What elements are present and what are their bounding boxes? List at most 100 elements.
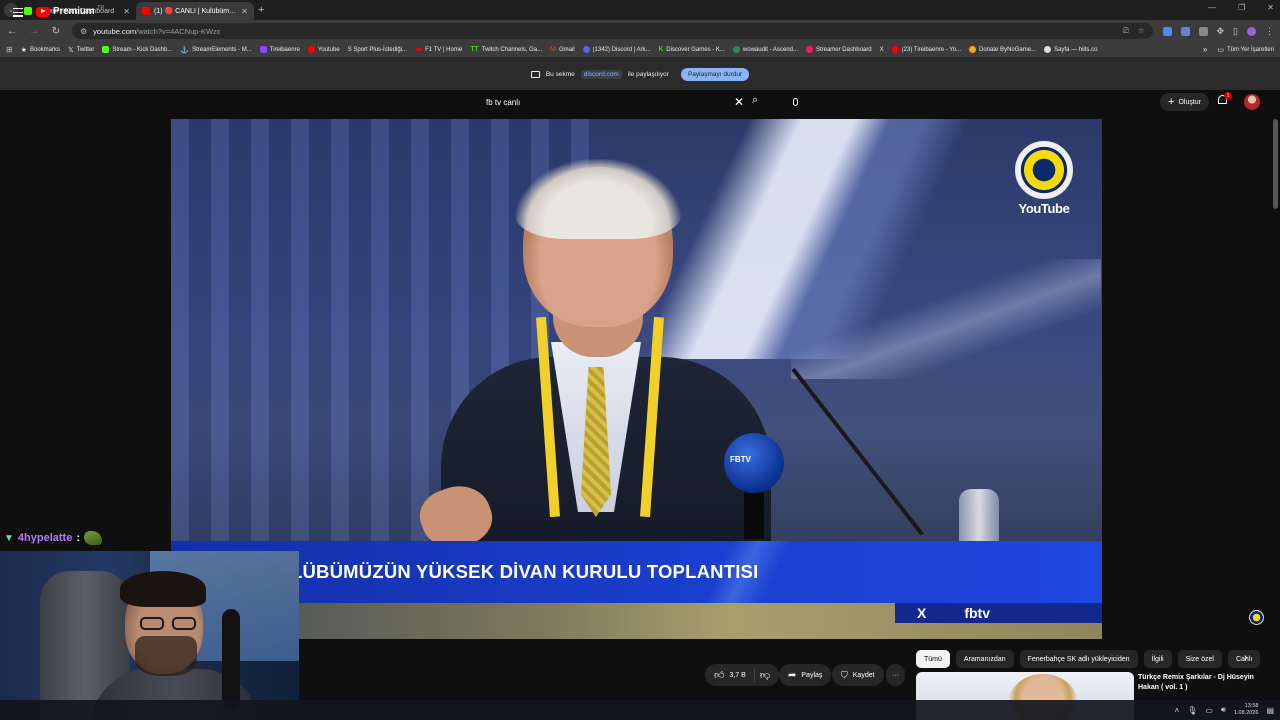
notifications-bell-icon[interactable]: 1 bbox=[1217, 92, 1232, 109]
bookmark-item[interactable]: wowaudit - Ascend... bbox=[732, 46, 798, 53]
account-avatar[interactable] bbox=[1244, 94, 1260, 110]
bookmarks-bar: ⊞ ★ Bookmarks 𝕏 Twitter Stream - Kick Dash… bbox=[0, 42, 1280, 58]
apps-grid-icon[interactable]: ⊞ bbox=[6, 45, 13, 54]
microphone-icon[interactable]: 🎙︎ bbox=[1187, 706, 1197, 715]
bookmark-label: Sayfa — hiits.co bbox=[1054, 46, 1098, 53]
share-label: Paylaş bbox=[801, 671, 823, 679]
screen-share-icon bbox=[530, 70, 540, 78]
bookmark-item[interactable]: Tireibaenre bbox=[259, 46, 300, 53]
minimize-icon[interactable]: — bbox=[1208, 3, 1216, 12]
recommended-video-title[interactable]: Türkçe Remix Şarkılar - Dj Hüseyin Hakan… bbox=[1138, 673, 1268, 693]
chip-from-search[interactable]: Aramanızdan bbox=[955, 650, 1014, 668]
bookmark-label: (1342) Discord | Ark... bbox=[592, 46, 651, 53]
bookmark-star-icon[interactable]: ☆ bbox=[1138, 26, 1145, 36]
bookmark-label: Twitter bbox=[76, 46, 95, 53]
share-button[interactable]: ➦ Paylaş bbox=[779, 664, 832, 686]
x-logo-icon: X bbox=[917, 605, 927, 621]
bookmark-label: Gmail bbox=[558, 46, 575, 53]
puzzle-icon[interactable]: ✥ bbox=[1217, 26, 1225, 37]
extension-icon[interactable] bbox=[1162, 26, 1172, 36]
bookmark-item[interactable]: (23) Tireibaenre - Yo... bbox=[891, 46, 961, 53]
maximize-icon[interactable]: ❐ bbox=[1238, 3, 1245, 12]
share-prefix: Bu sekme bbox=[545, 70, 575, 78]
chat-emote-icon bbox=[84, 531, 102, 545]
notifications-icon[interactable]: ▤ bbox=[1266, 706, 1274, 715]
star-icon: ★ bbox=[20, 46, 27, 54]
menu-kebab-icon[interactable]: ⋮ bbox=[1265, 26, 1274, 37]
chip-related[interactable]: İlgili bbox=[1143, 650, 1172, 668]
twitch-tools-icon: TT bbox=[470, 46, 479, 53]
bookmark-item[interactable]: S Sport Plus-İstediği... bbox=[348, 47, 407, 53]
bookmark-item[interactable]: K Discover Games - K... bbox=[659, 46, 725, 53]
close-tab-icon[interactable]: ✕ bbox=[123, 7, 130, 16]
extension-icon[interactable] bbox=[1198, 26, 1208, 36]
close-window-icon[interactable]: ✕ bbox=[1267, 3, 1274, 12]
channel-watermark[interactable]: YouTube bbox=[1009, 141, 1079, 216]
chip-from-uploader[interactable]: Fenerbahçe SK adlı yükleyiciden bbox=[1019, 650, 1138, 668]
hamburger-menu-icon[interactable] bbox=[13, 8, 23, 19]
save-button[interactable]: ⛉ Kaydet bbox=[832, 664, 884, 686]
browser-tab-youtube[interactable]: (1) 🔴 CANLI | Kulübümüzün ✕ bbox=[136, 2, 254, 20]
address-bar[interactable]: ⚙ youtube.com/watch?v=4ACNup-KWzc ⎚ ☆ bbox=[72, 23, 1153, 39]
voice-search-icon[interactable] bbox=[789, 94, 801, 110]
tab-title: (1) 🔴 CANLI | Kulübümüzün bbox=[154, 8, 238, 15]
like-button[interactable]: 👍︎ 3,7 B bbox=[714, 668, 755, 682]
all-bookmarks-button[interactable]: ▭ Tüm Yer İşaretleri bbox=[1217, 46, 1274, 54]
kick-icon bbox=[102, 46, 110, 53]
like-dislike-group: 👍︎ 3,7 B 👎︎ bbox=[705, 664, 779, 686]
bookmark-item[interactable]: Streamer Dashboard bbox=[805, 46, 872, 53]
bookmarks-overflow-button[interactable]: » bbox=[1203, 45, 1207, 54]
chip-all[interactable]: Tümü bbox=[916, 650, 950, 668]
system-clock[interactable]: 13:58 1.08.2026 bbox=[1234, 703, 1258, 717]
clear-search-icon[interactable]: ✕ bbox=[734, 95, 744, 109]
bookmark-item[interactable]: Donate ByNoGame... bbox=[969, 46, 1036, 53]
bookmark-item[interactable]: Youtube bbox=[307, 46, 340, 53]
chevron-right-icon[interactable]: › bbox=[1244, 652, 1248, 664]
bookmark-label: Streamer Dashboard bbox=[815, 46, 872, 53]
profile-avatar[interactable] bbox=[1247, 26, 1256, 36]
more-label: ··· bbox=[892, 671, 899, 679]
network-icon[interactable]: ▭ bbox=[1205, 706, 1213, 715]
bookmark-item[interactable]: ⚓ StreamElements - M... bbox=[180, 46, 251, 54]
extensions-area: ✥ ▯ ⋮ bbox=[1162, 26, 1274, 37]
back-icon[interactable]: ← bbox=[6, 26, 18, 37]
bookmark-item[interactable]: Sayfa — hiits.co bbox=[1044, 46, 1097, 53]
stop-sharing-button[interactable]: Paylaşmayı durdur bbox=[680, 67, 750, 81]
bookmark-item[interactable]: M Gmail bbox=[550, 46, 575, 53]
x-logo-icon: 𝕏 bbox=[68, 46, 74, 54]
bookmark-item[interactable]: Stream - Kick Dashb... bbox=[102, 46, 172, 53]
search-input[interactable]: fb tv canlı ✕ bbox=[478, 92, 748, 112]
page-scrollbar[interactable] bbox=[1273, 119, 1278, 209]
tab-sharing-bar: Bu sekme discord.com ile paylaşılıyor Pa… bbox=[0, 58, 1280, 90]
forward-icon[interactable]: → bbox=[28, 26, 40, 37]
chip-for-you[interactable]: Size özel bbox=[1177, 650, 1222, 668]
bookmark-item[interactable]: X bbox=[880, 47, 884, 53]
chat-badge-icon: ▼ bbox=[4, 532, 14, 544]
create-label: Oluştur bbox=[1178, 98, 1201, 106]
extension-icon[interactable] bbox=[1180, 26, 1190, 36]
chevron-up-icon[interactable]: ˄ bbox=[1175, 706, 1180, 715]
search-value: fb tv canlı bbox=[486, 97, 521, 107]
speaker-icon[interactable]: 🔊︎ bbox=[1221, 705, 1226, 715]
bookmark-item[interactable]: (1342) Discord | Ark... bbox=[582, 46, 651, 53]
bookmark-item[interactable]: TT Twitch Channels, Ga... bbox=[470, 46, 542, 53]
reload-icon[interactable]: ↻ bbox=[50, 26, 62, 37]
dislike-button[interactable]: 👎︎ bbox=[760, 669, 770, 681]
twitch-icon bbox=[259, 46, 267, 53]
site-info-icon[interactable]: ⚙ bbox=[80, 27, 87, 36]
create-button[interactable]: + Oluştur bbox=[1160, 93, 1209, 111]
install-app-icon[interactable]: ⎚ bbox=[1123, 26, 1129, 36]
video-player[interactable]: FBTV YouTube LÜBÜMÜZÜN YÜKSEK DİVAN KURU… bbox=[171, 119, 1102, 639]
search-icon[interactable]: ⌕ bbox=[752, 94, 758, 107]
youtube-favicon-icon bbox=[142, 7, 150, 15]
more-actions-button[interactable]: ··· bbox=[886, 664, 905, 686]
new-tab-icon[interactable]: + bbox=[258, 4, 264, 16]
bookmark-item[interactable]: 𝕏 Twitter bbox=[68, 46, 94, 54]
bookmark-item[interactable]: F1 TV | Home bbox=[415, 47, 462, 53]
bookmark-item[interactable]: ★ Bookmarks bbox=[21, 46, 60, 54]
bookmark-label: Stream - Kick Dashb... bbox=[112, 46, 173, 53]
webcam-overlay bbox=[0, 551, 299, 720]
youtube-logo[interactable]: Premium TR bbox=[36, 5, 104, 17]
close-tab-icon[interactable]: ✕ bbox=[241, 7, 248, 16]
side-panel-icon[interactable]: ▯ bbox=[1233, 26, 1238, 37]
